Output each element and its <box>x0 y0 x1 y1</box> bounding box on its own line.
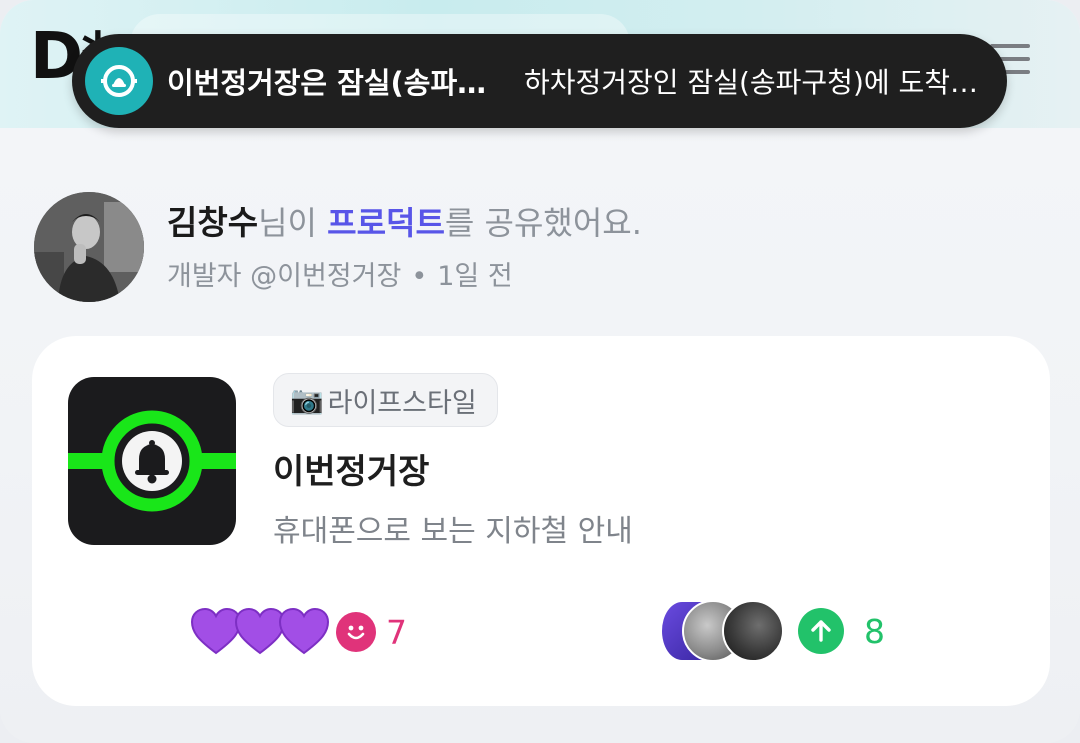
reactions-group[interactable]: 7 <box>190 604 407 660</box>
screen: D* 이번정거장은 잠실(송파구… 하차정거장인 잠실(송파구청)에 도착… 김… <box>0 0 1080 743</box>
bell-station-icon[interactable] <box>68 377 236 545</box>
author-name[interactable]: 김창수 <box>167 203 258 242</box>
notification-title: 이번정거장은 잠실(송파구… <box>167 66 492 100</box>
voter-avatar <box>722 600 784 662</box>
category-label: 라이프스타일 <box>327 387 477 419</box>
author-role: 개발자 @이번정거장 <box>167 261 402 292</box>
product-name[interactable]: 이번정거장 <box>273 444 429 493</box>
arrow-up-icon[interactable] <box>798 608 844 654</box>
product-description: 휴대폰으로 보는 지하철 안내 <box>273 514 633 549</box>
share-text-end: 를 공유했어요. <box>444 204 642 242</box>
share-activity-text: 김창수님이 프로덕트를 공유했어요. <box>167 196 642 244</box>
camera-icon: 📷 <box>290 385 324 416</box>
smile-icon <box>336 612 376 652</box>
reaction-hearts <box>190 607 330 657</box>
reaction-count: 7 <box>386 612 407 652</box>
upvote-count: 8 <box>864 611 885 651</box>
author-meta: 개발자 @이번정거장 • 1일 전 <box>167 254 513 293</box>
share-text-mid: 님이 <box>258 204 328 242</box>
product-card[interactable]: 📷 라이프스타일 이번정거장 휴대폰으로 보는 지하철 안내 7 8 <box>32 336 1050 706</box>
author-avatar[interactable] <box>34 192 144 302</box>
notification-body: 하차정거장인 잠실(송파구청)에 도착… <box>524 66 979 99</box>
product-link[interactable]: 프로덕트 <box>327 204 445 242</box>
post-time: 1일 전 <box>437 261 513 292</box>
stop-alert-icon <box>85 47 153 115</box>
category-chip[interactable]: 📷 라이프스타일 <box>273 373 498 427</box>
notification-toast[interactable]: 이번정거장은 잠실(송파구… 하차정거장인 잠실(송파구청)에 도착… <box>72 34 1007 128</box>
meta-separator: • <box>411 261 428 292</box>
purple-heart-icon <box>278 607 330 655</box>
upvote-group[interactable]: 8 <box>660 600 885 662</box>
